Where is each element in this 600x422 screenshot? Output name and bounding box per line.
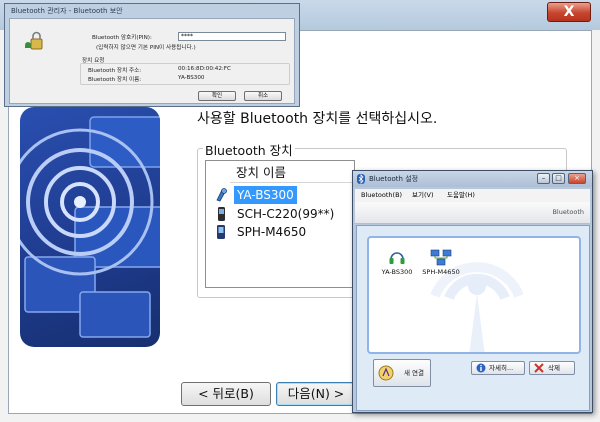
bt-close-button[interactable]: × [568,173,586,184]
device-name: SPH-M4650 [237,225,307,239]
bt-device-label: SPH-M4650 [422,268,460,276]
device-group-label: Bluetooth 장치 [203,140,295,159]
headset-icon [389,252,405,264]
device-name-value: YA-BS300 [178,75,205,81]
bt-brand-strip: Bluetooth [355,202,590,224]
new-connection-label: 새 연결 [404,369,425,377]
pin-dialog-title: Bluetooth 관리자 - Bluetooth 보안 [11,7,123,15]
device-row-sch-c220[interactable]: SCH-C220(99**) [206,205,354,223]
details-label: 자세히... [489,364,514,372]
column-header-device-name[interactable]: 장치 이름 [230,163,354,183]
bt-title-bar[interactable]: Bluetooth 설정 – □ × [353,171,592,187]
device-row-sph-m4650[interactable]: SPH-M4650 [206,223,354,241]
bt-device-label: YA-BS300 [381,268,413,276]
menu-bluetooth[interactable]: Bluetooth(B) [361,189,402,202]
info-icon [476,363,486,373]
delete-button[interactable]: 삭제 [529,361,575,375]
headset-icon [216,188,227,202]
pin-dialog-body: Bluetooth 암호키(PIN): **** (입력하지 않으면 기본 PI… [9,18,295,104]
device-name: YA-BS300 [234,186,297,204]
bt-menu-bar: Bluetooth(B) 보기(V) 도움말(H) [355,189,590,202]
wizard-illustration [20,107,160,347]
device-name-label: Bluetooth 장치 이름: [88,77,142,83]
pin-security-dialog: Bluetooth 관리자 - Bluetooth 보안 Bluetooth 암… [4,3,300,107]
menu-view[interactable]: 보기(V) [412,189,433,202]
pin-label: Bluetooth 암호키(PIN): [92,35,152,41]
pin-hint: (입력하지 않으면 기본 PIN이 사용됩니다.) [96,45,196,51]
menu-help[interactable]: 도움말(H) [447,189,475,202]
wizard-close-button[interactable]: X [547,2,591,22]
ok-button[interactable]: 확인 [198,91,236,101]
cancel-button[interactable]: 취소 [244,91,282,101]
network-icon [430,249,452,266]
bt-device-sph-m4650[interactable]: SPH-M4650 [417,248,465,276]
next-button[interactable]: 다음(N) > [276,382,356,406]
bluetooth-settings-window: Bluetooth 설정 – □ × Bluetooth(B) 보기(V) 도움… [352,170,593,413]
delete-label: 삭제 [548,364,560,372]
bt-device-ya-bs300[interactable]: YA-BS300 [377,248,417,276]
new-connection-button[interactable]: 새 연결 [373,359,431,387]
back-button[interactable]: < 뒤로(B) [181,382,271,406]
maximize-button[interactable]: □ [552,173,565,184]
device-row-ya-bs300[interactable]: YA-BS300 [206,186,354,204]
details-button[interactable]: 자세히... [471,361,525,375]
address-label: Bluetooth 장치 주소: [88,68,142,74]
address-value: 00:16:8D:00:42:FC [178,66,231,72]
bluetooth-icon [357,174,365,184]
bt-window-title: Bluetooth 설정 [369,175,419,183]
minimize-button[interactable]: – [537,173,550,184]
bt-device-area: YA-BS300 SPH-M4650 [367,236,581,354]
device-list[interactable]: 장치 이름 YA-BS300 SCH-C220(99**) SPH-M4650 [205,160,355,288]
bluetooth-brand: Bluetooth [552,208,584,216]
key-lock-icon [25,31,43,50]
device-name: SCH-C220(99**) [237,207,335,221]
delete-icon [534,363,544,373]
pin-input[interactable]: **** [178,32,286,41]
wizard-heading: 사용할 Bluetooth 장치를 선택하십시오. [197,111,438,127]
new-connection-icon [378,365,394,381]
phone-icon [218,207,225,221]
wireless-devices-illustration [20,116,160,338]
phone-icon [217,225,225,239]
